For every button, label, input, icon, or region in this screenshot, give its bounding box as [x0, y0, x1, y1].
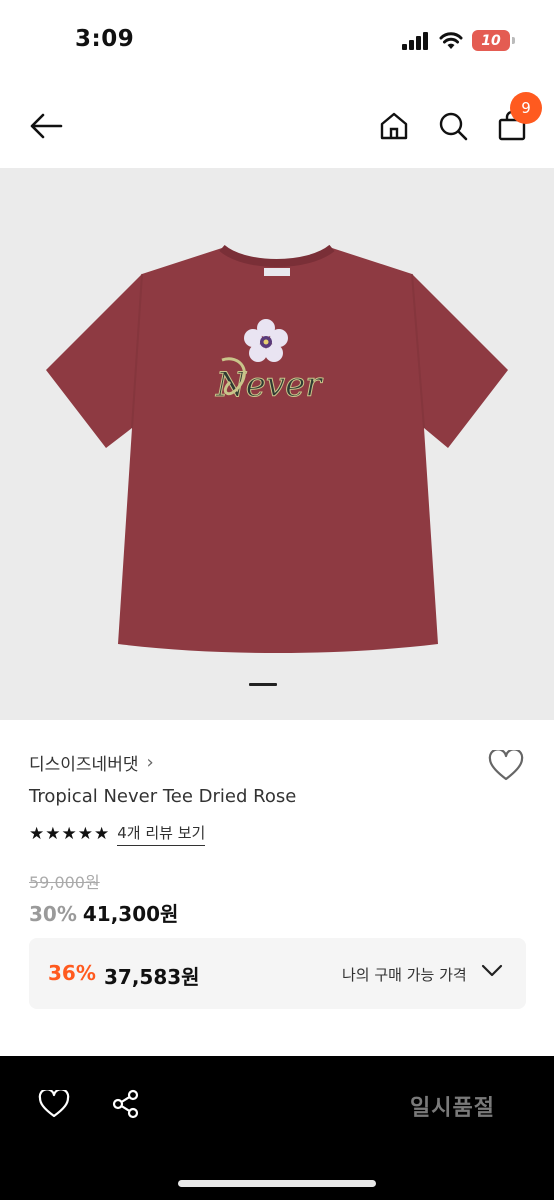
sale-price: 41,300원 — [82, 902, 179, 926]
svg-text:Never: Never — [215, 365, 323, 405]
star-icon: ★ — [77, 824, 93, 844]
my-price-label: 나의 구매 가능 가격 — [342, 966, 467, 984]
product-image: Never — [46, 244, 508, 653]
wishlist-button[interactable] — [486, 746, 526, 786]
my-discount-rate: 36% — [48, 961, 96, 985]
bottom-wishlist-button[interactable] — [34, 1086, 74, 1122]
star-icon: ★ — [29, 824, 45, 844]
back-button[interactable] — [25, 106, 67, 146]
brand-name: 디스이즈네버댓 — [29, 755, 139, 775]
heart-icon — [38, 1090, 70, 1118]
search-button[interactable] — [433, 106, 473, 146]
status-time: 3:09 — [75, 26, 135, 52]
view-reviews-link[interactable]: 4개 리뷰 보기 — [117, 822, 206, 846]
home-icon — [380, 112, 408, 140]
my-price-dropdown[interactable]: 36% 37,583원 나의 구매 가능 가격 — [29, 938, 526, 1009]
chevron-down-icon — [481, 964, 503, 977]
status-bar: 3:09 10 — [0, 0, 554, 84]
battery-level: 10 — [481, 32, 501, 49]
status-icons: 10 — [402, 30, 515, 51]
price-row: 30% 41,300원 — [29, 898, 178, 927]
my-price-value: 37,583원 — [104, 965, 200, 989]
star-icon: ★ — [45, 824, 61, 844]
product-image-gallery[interactable]: Never — [0, 168, 554, 720]
home-button[interactable] — [374, 106, 414, 146]
star-icon: ★ — [94, 824, 110, 844]
star-icon: ★ — [61, 824, 77, 844]
discount-rate: 30% — [29, 902, 77, 926]
bottom-action-bar: 일시품절 — [0, 1056, 554, 1200]
arrow-left-icon — [30, 113, 63, 139]
rating-row: ★ ★ ★ ★ ★ 4개 리뷰 보기 — [29, 822, 206, 846]
sold-out-button[interactable]: 일시품절 — [410, 1090, 495, 1122]
heart-icon — [488, 750, 524, 781]
wifi-icon — [439, 31, 463, 49]
brand-link[interactable]: 디스이즈네버댓 › — [29, 750, 154, 775]
product-title: Tropical Never Tee Dried Rose — [29, 786, 297, 807]
share-icon — [112, 1089, 139, 1119]
original-price: 59,000원 — [29, 873, 100, 892]
cellular-signal-icon — [402, 31, 428, 50]
share-button[interactable] — [106, 1086, 146, 1122]
home-indicator — [178, 1180, 376, 1187]
battery-indicator: 10 — [472, 30, 515, 51]
gallery-page-indicator — [249, 683, 277, 686]
search-icon — [439, 112, 468, 141]
star-rating: ★ ★ ★ ★ ★ — [29, 824, 109, 844]
chevron-right-icon: › — [146, 752, 154, 773]
top-nav — [0, 84, 554, 168]
cart-count-badge: 9 — [510, 92, 542, 124]
